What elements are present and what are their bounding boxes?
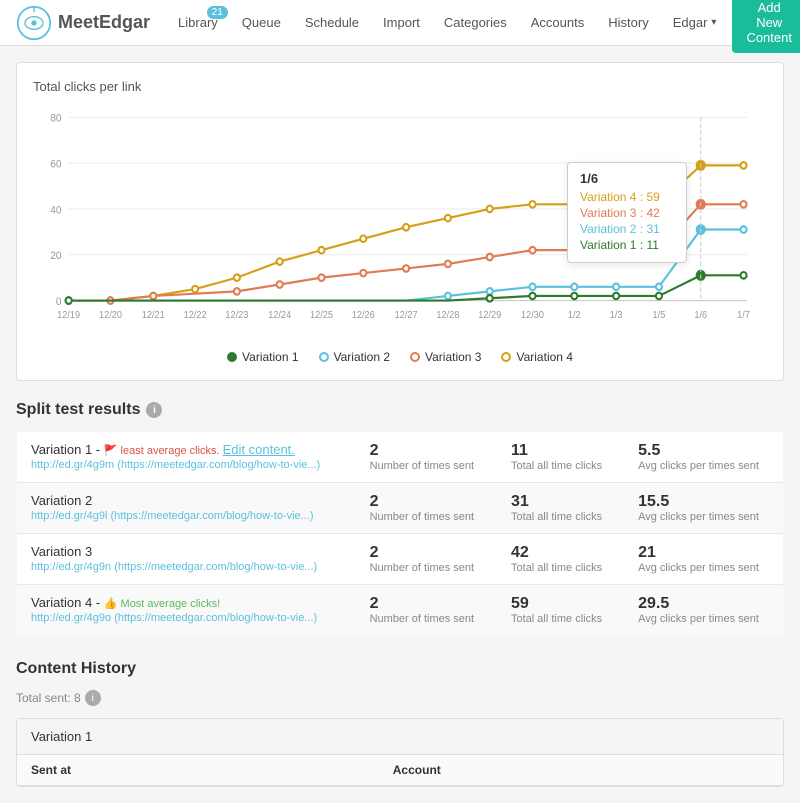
split-cell-name-var1: Variation 1 - 🚩 least average clicks. Ed… [17,432,356,483]
split-row-var1: Variation 1 - 🚩 least average clicks. Ed… [17,432,784,483]
svg-text:1/6: 1/6 [694,310,707,321]
nav-library[interactable]: Library 21 [166,0,230,46]
add-new-content-button[interactable]: Add New Content [732,0,800,53]
legend-var4: Variation 4 [501,350,572,364]
content-history-title: Content History [16,660,784,678]
history-table: Sent at Account [17,755,783,786]
split-test-section: Split test results i Variation 1 - 🚩 lea… [16,401,784,636]
svg-text:1/3: 1/3 [610,310,623,321]
logo: MeetEdgar [16,5,150,41]
info-icon[interactable]: i [146,402,162,418]
svg-text:12/27: 12/27 [395,310,418,321]
split-cell-clicks-var3: 42 Total all time clicks [497,534,624,585]
variation-1-header: Variation 1 [17,719,783,755]
split-row-var4: Variation 4 - 👍 Most average clicks! htt… [17,585,784,636]
split-cell-sent-var4: 2 Number of times sent [356,585,497,636]
nav-schedule[interactable]: Schedule [293,0,371,46]
svg-text:60: 60 [50,158,61,170]
chart-tooltip: 1/6 Variation 4 : 59 Variation 3 : 42 Va… [567,162,687,263]
split-cell-clicks-var2: 31 Total all time clicks [497,483,624,534]
tooltip-var1: Variation 1 : 11 [580,238,674,252]
tooltip-date: 1/6 [580,171,674,186]
legend-var2: Variation 2 [319,350,390,364]
chart-container: 80 60 40 20 0 12/19 12/20 12/21 12/22 [33,102,767,342]
nav-queue[interactable]: Queue [230,0,293,46]
split-cell-name-var3: Variation 3 http://ed.gr/4g9n (https://m… [17,534,356,585]
nav-categories[interactable]: Categories [432,0,519,46]
split-cell-name-var2: Variation 2 http://ed.gr/4g9l (https://m… [17,483,356,534]
svg-text:12/22: 12/22 [184,310,207,321]
svg-text:1/7: 1/7 [737,310,750,321]
chart-card: Total clicks per link 80 60 40 20 0 12 [16,62,784,381]
variation-1-section: Variation 1 Sent at Account [16,718,784,787]
tooltip-var3: Variation 3 : 42 [580,206,674,220]
split-test-table: Variation 1 - 🚩 least average clicks. Ed… [16,431,784,636]
svg-text:40: 40 [50,204,61,216]
split-row-var2: Variation 2 http://ed.gr/4g9l (https://m… [17,483,784,534]
svg-text:12/23: 12/23 [225,310,248,321]
edit-content-link-var1[interactable]: Edit content. [223,442,295,457]
legend-dot-var4 [501,352,511,362]
svg-text:12/26: 12/26 [352,310,375,321]
nav-links: Library 21 Queue Schedule Import Categor… [166,0,728,46]
legend-dot-var3 [410,352,420,362]
content-history-section: Content History Total sent: 8 i Variatio… [16,660,784,787]
total-sent: Total sent: 8 i [16,690,784,706]
logo-icon [16,5,52,41]
split-cell-sent-var1: 2 Number of times sent [356,432,497,483]
split-cell-avg-var2: 15.5 Avg clicks per times sent [624,483,783,534]
chevron-down-icon: ▾ [711,17,716,28]
split-cell-avg-var3: 21 Avg clicks per times sent [624,534,783,585]
navbar: MeetEdgar Library 21 Queue Schedule Impo… [0,0,800,46]
split-test-title: Split test results i [16,401,784,419]
nav-accounts[interactable]: Accounts [519,0,596,46]
split-row-var3: Variation 3 http://ed.gr/4g9n (https://m… [17,534,784,585]
tooltip-var4: Variation 4 : 59 [580,190,674,204]
svg-text:1/5: 1/5 [653,310,666,321]
chart-legend: Variation 1 Variation 2 Variation 3 Vari… [33,350,767,364]
legend-var3: Variation 3 [410,350,481,364]
split-cell-sent-var2: 2 Number of times sent [356,483,497,534]
svg-text:12/20: 12/20 [99,310,122,321]
history-col-account: Account [379,755,783,786]
logo-text: MeetEdgar [58,12,150,33]
legend-dot-var2 [319,352,329,362]
nav-edgar[interactable]: Edgar ▾ [661,0,729,46]
svg-text:12/30: 12/30 [521,310,544,321]
split-cell-clicks-var4: 59 Total all time clicks [497,585,624,636]
svg-text:80: 80 [50,112,61,124]
nav-import[interactable]: Import [371,0,432,46]
chart-title: Total clicks per link [33,79,767,94]
tooltip-var2: Variation 2 : 31 [580,222,674,236]
svg-text:12/19: 12/19 [57,310,80,321]
split-cell-name-var4: Variation 4 - 👍 Most average clicks! htt… [17,585,356,636]
svg-text:12/24: 12/24 [268,310,291,321]
history-col-sent-at: Sent at [17,755,379,786]
split-cell-sent-var3: 2 Number of times sent [356,534,497,585]
svg-text:20: 20 [50,250,61,262]
split-cell-avg-var4: 29.5 Avg clicks per times sent [624,585,783,636]
nav-history[interactable]: History [596,0,660,46]
svg-text:0: 0 [56,296,62,308]
split-cell-clicks-var1: 11 Total all time clicks [497,432,624,483]
svg-text:12/29: 12/29 [478,310,501,321]
svg-text:12/28: 12/28 [436,310,459,321]
svg-text:12/21: 12/21 [142,310,165,321]
legend-var1: Variation 1 [227,350,298,364]
svg-text:12/25: 12/25 [310,310,333,321]
legend-dot-var1 [227,352,237,362]
svg-text:1/2: 1/2 [568,310,581,321]
main-content: Total clicks per link 80 60 40 20 0 12 [0,46,800,803]
split-cell-avg-var1: 5.5 Avg clicks per times sent [624,432,783,483]
total-sent-info-icon[interactable]: i [85,690,101,706]
